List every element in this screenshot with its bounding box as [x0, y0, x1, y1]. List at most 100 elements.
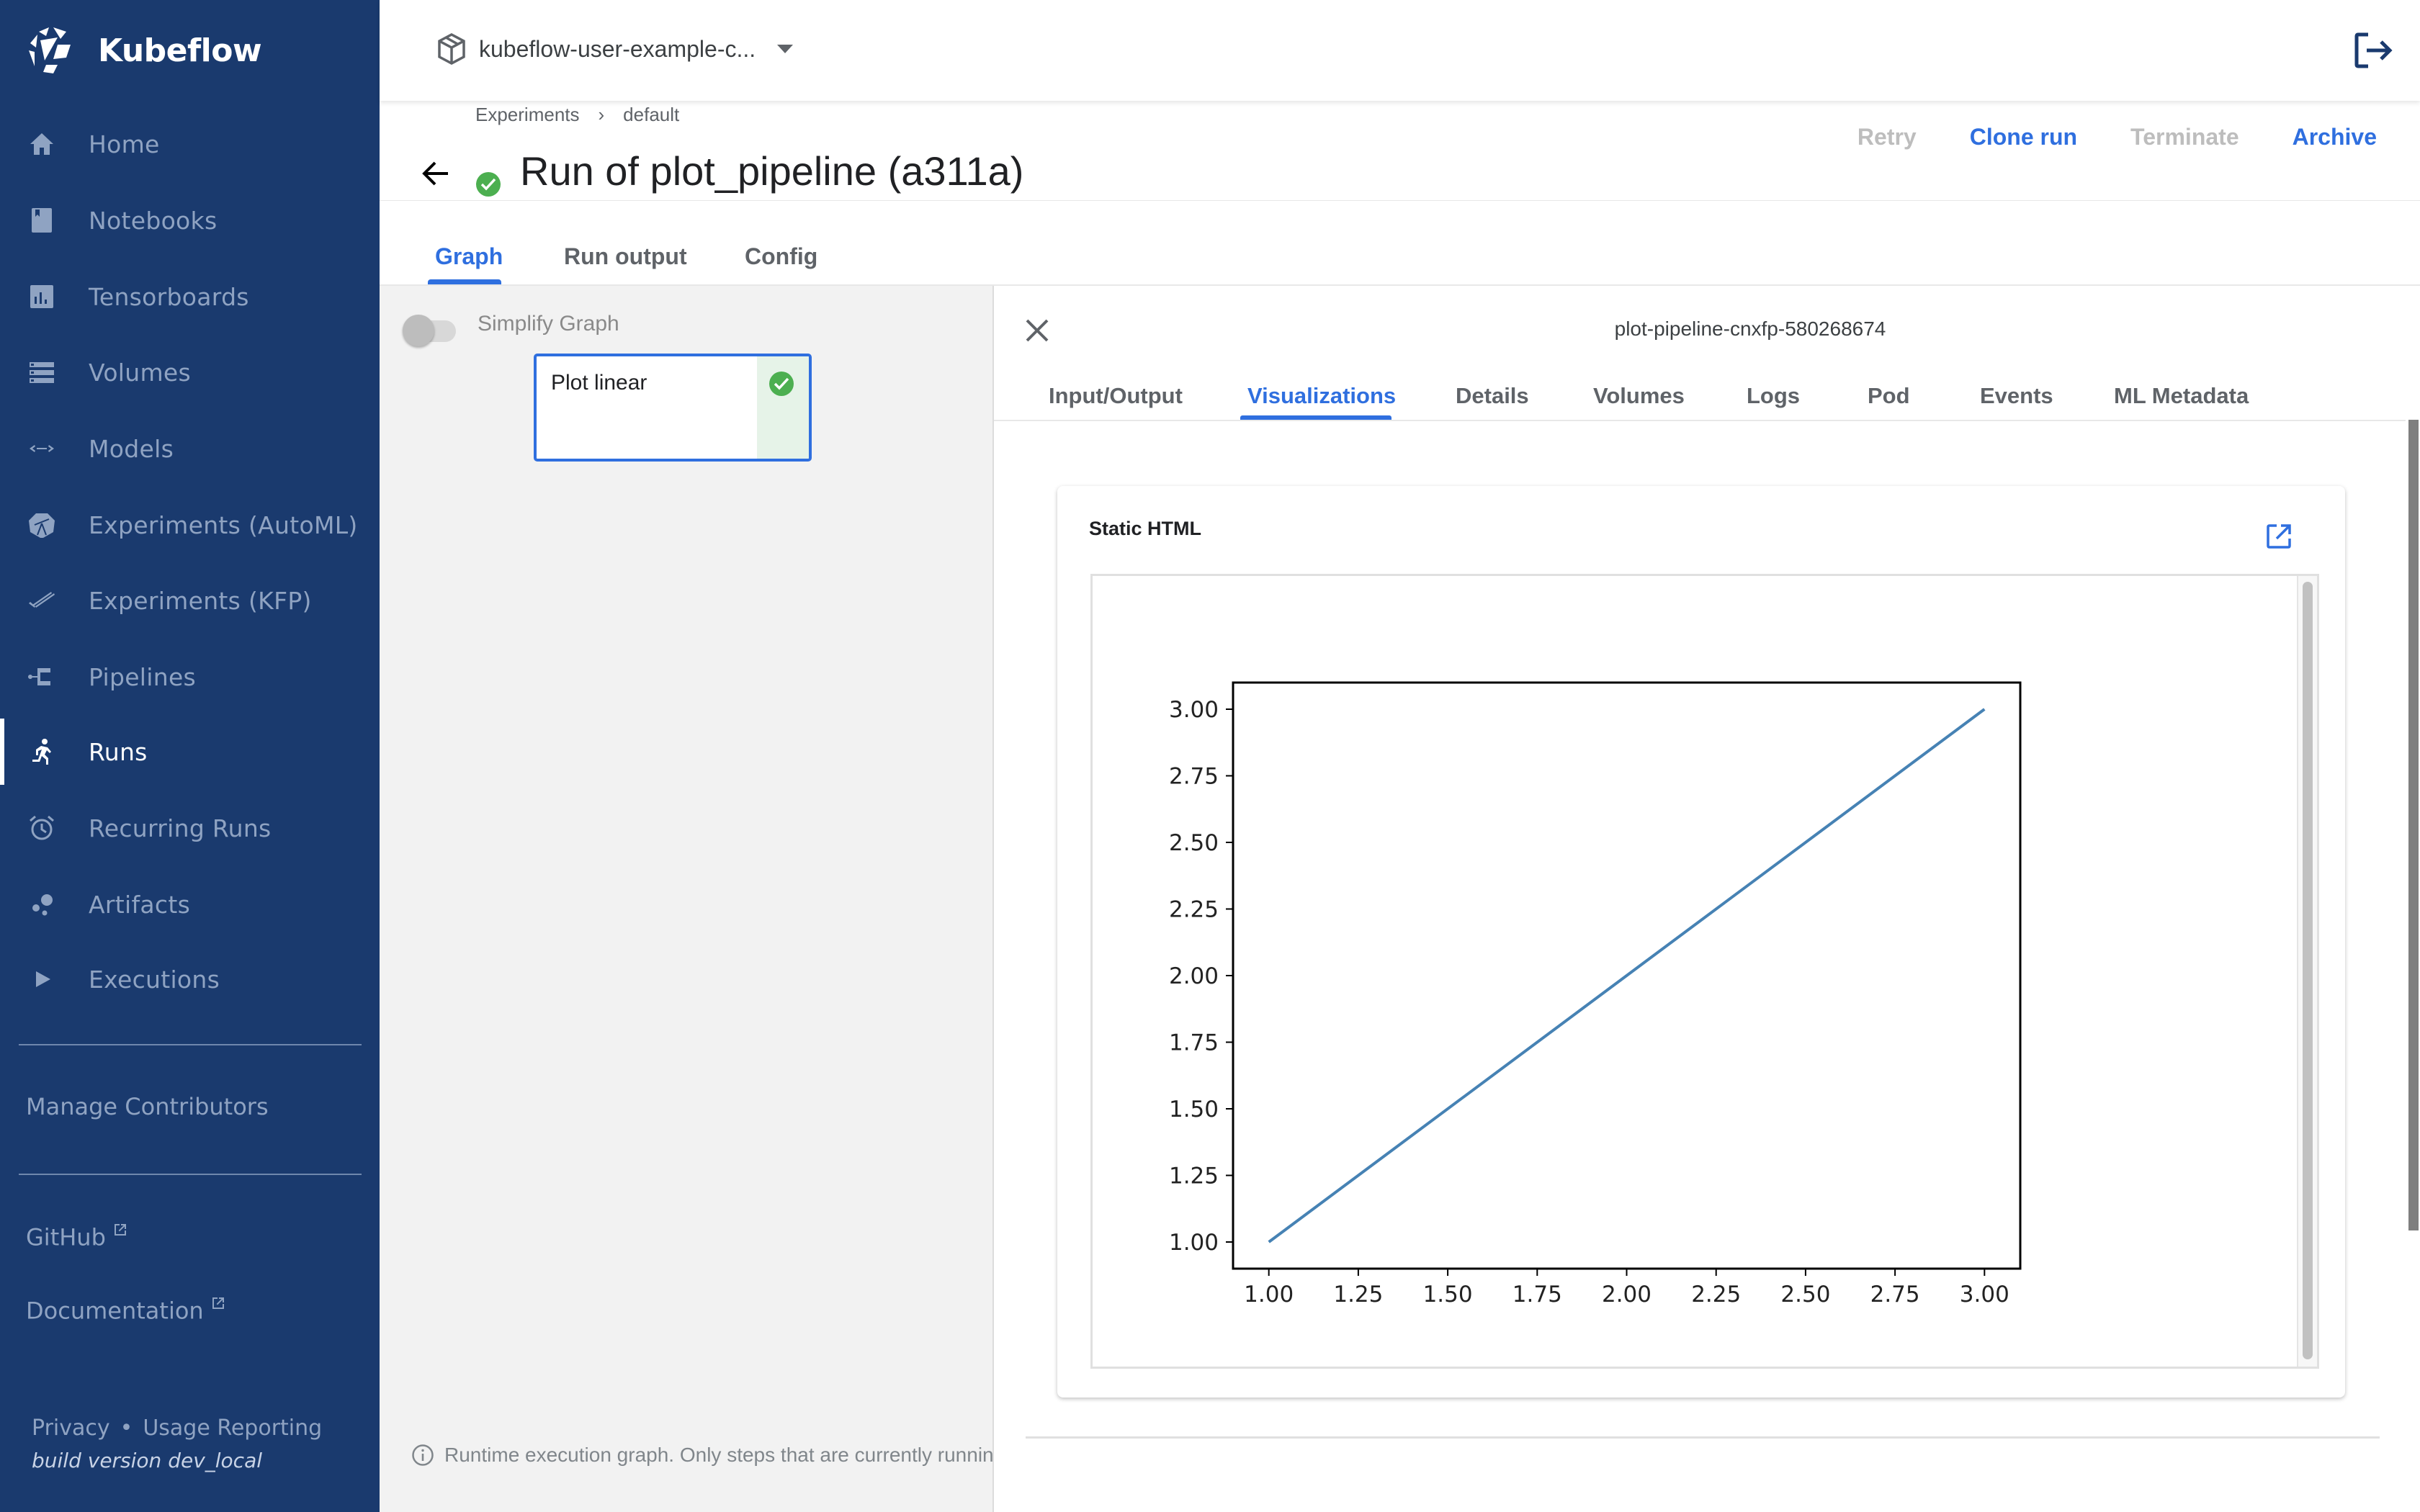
y-tick-label: 2.50 [1169, 830, 1219, 856]
notebook-icon [26, 204, 58, 236]
documentation-label: Documentation [26, 1297, 204, 1325]
sidebar-item-notebooks[interactable]: Notebooks [0, 187, 380, 253]
privacy-link[interactable]: Privacy [32, 1416, 110, 1441]
subtab-input-output[interactable]: Input/Output [1049, 383, 1183, 409]
node-name: plot-pipeline-cnxfp-580268674 [1614, 318, 1886, 340]
sidebar-divider [19, 1044, 362, 1045]
tab-graph[interactable]: Graph [435, 243, 503, 270]
line-chart: 1.00 1.25 1.50 1.75 2.00 2.25 2.50 2.75 3.00 1.00… [1169, 681, 2022, 1308]
sidebar-item-label: Volumes [89, 358, 192, 387]
sidebar-footer: Privacy • Usage Reporting [32, 1416, 322, 1441]
node-status [757, 356, 809, 459]
manage-contributors-link[interactable]: Manage Contributors [26, 1093, 269, 1120]
x-tick-label: 2.25 [1691, 1282, 1741, 1308]
retry-button[interactable]: Retry [1857, 124, 1917, 150]
header-divider [380, 200, 2420, 201]
volumes-icon [26, 356, 58, 388]
kfp-experiments-icon [26, 585, 58, 616]
footer-separator: • [120, 1416, 133, 1441]
sidebar-item-artifacts[interactable]: Artifacts [0, 871, 380, 937]
info-icon [412, 1444, 434, 1466]
usage-reporting-link[interactable]: Usage Reporting [143, 1416, 322, 1441]
sidebar-item-tensorboards[interactable]: Tensorboards [0, 264, 380, 330]
tab-run-output[interactable]: Run output [564, 243, 687, 270]
frame-scrollbar[interactable] [2297, 576, 2317, 1367]
breadcrumb-separator: › [598, 104, 605, 125]
github-link[interactable]: GitHub [26, 1223, 127, 1251]
x-tick-label: 2.75 [1870, 1282, 1920, 1308]
chevron-down-icon [777, 45, 794, 53]
breadcrumb: Experiments › default [475, 104, 679, 126]
y-tick-label: 2.75 [1169, 764, 1219, 790]
kubeflow-logo[interactable]: Kubeflow [24, 24, 262, 76]
toggle-thumb [403, 315, 434, 346]
brand-name: Kubeflow [98, 32, 262, 69]
sidebar-item-runs[interactable]: Runs [0, 719, 380, 785]
sidebar-item-label: Recurring Runs [89, 814, 272, 842]
sidebar-item-experiments-kfp[interactable]: Experiments (KFP) [0, 567, 380, 634]
x-tick-label: 1.50 [1423, 1282, 1473, 1308]
graph-pane: Simplify Graph Plot linear Runtime execu… [380, 286, 1005, 1512]
sidebar-item-models[interactable]: Models [0, 415, 380, 482]
artifacts-icon [26, 888, 58, 920]
breadcrumb-experiments[interactable]: Experiments [475, 104, 580, 126]
external-link-icon [114, 1224, 126, 1236]
panel-divider [1026, 1436, 2380, 1439]
subtab-logs[interactable]: Logs [1747, 383, 1800, 409]
frame-scrollbar-thumb[interactable] [2303, 582, 2313, 1359]
sidebar-item-home[interactable]: Home [0, 111, 380, 177]
subtab-ml-metadata[interactable]: ML Metadata [2114, 383, 2249, 409]
sidebar-item-experiments-automl[interactable]: Experiments (AutoML) [0, 492, 380, 558]
github-label: GitHub [26, 1223, 106, 1251]
open-in-new-icon[interactable] [2266, 523, 2292, 549]
namespace-cube-icon [438, 33, 465, 65]
graph-node[interactable]: Plot linear [534, 354, 812, 462]
sidebar-item-label: Executions [89, 965, 220, 994]
panel-scrollbar[interactable] [2406, 420, 2420, 1512]
subtab-details[interactable]: Details [1456, 383, 1529, 409]
x-tick-label: 2.50 [1780, 1282, 1830, 1308]
namespace-selector[interactable]: kubeflow-user-example-c... [437, 33, 794, 65]
sidebar-item-label: Models [89, 434, 174, 463]
sidebar-item-label: Experiments (AutoML) [89, 510, 358, 539]
x-tick-label: 2.00 [1602, 1282, 1652, 1308]
tab-config[interactable]: Config [745, 243, 817, 270]
x-tick-label: 1.00 [1244, 1282, 1294, 1308]
static-html-frame: 1.00 1.25 1.50 1.75 2.00 2.25 2.50 2.75 3.00 1.00… [1090, 574, 2319, 1369]
active-tab-indicator [428, 279, 501, 284]
simplify-graph-label: Simplify Graph [478, 312, 619, 336]
subtab-volumes[interactable]: Volumes [1593, 383, 1685, 409]
subtab-pod[interactable]: Pod [1868, 383, 1910, 409]
sidebar-item-label: Home [89, 130, 160, 158]
sidebar-item-executions[interactable]: Executions [0, 946, 380, 1012]
back-arrow-icon[interactable] [419, 157, 452, 190]
y-tick-label: 1.25 [1169, 1164, 1219, 1189]
sidebar-item-pipelines[interactable]: Pipelines [0, 644, 380, 710]
graph-info: Runtime execution graph. Only steps that… [411, 1444, 1005, 1467]
terminate-button[interactable]: Terminate [2130, 124, 2239, 150]
sidebar-item-label: Pipelines [89, 662, 197, 691]
x-tick-label: 1.75 [1512, 1282, 1562, 1308]
logout-icon[interactable] [2354, 32, 2394, 69]
sidebar-item-recurring-runs[interactable]: Recurring Runs [0, 795, 380, 861]
runs-icon [26, 736, 58, 768]
play-icon [26, 963, 58, 995]
simplify-graph-toggle[interactable] [401, 311, 459, 347]
y-tick-label: 1.00 [1169, 1230, 1219, 1256]
sidebar-item-volumes[interactable]: Volumes [0, 339, 380, 405]
clone-run-button[interactable]: Clone run [1970, 124, 2077, 150]
archive-button[interactable]: Archive [2293, 124, 2377, 150]
subtab-events[interactable]: Events [1980, 383, 2053, 409]
sidebar-divider [19, 1174, 362, 1175]
success-status-icon [476, 172, 501, 197]
subtab-visualizations[interactable]: Visualizations [1247, 383, 1396, 409]
page-title: Run of plot_pipeline (a311a) [520, 148, 1024, 194]
namespace-value: kubeflow-user-example-c... [479, 35, 756, 62]
panel-scrollbar-thumb[interactable] [2408, 420, 2419, 1230]
node-label: Plot linear [551, 371, 647, 395]
documentation-link[interactable]: Documentation [26, 1296, 225, 1325]
breadcrumb-default[interactable]: default [623, 104, 679, 126]
kubeflow-logo-icon [29, 27, 71, 73]
x-tick-label: 3.00 [1960, 1282, 2009, 1308]
automl-icon [26, 509, 58, 541]
